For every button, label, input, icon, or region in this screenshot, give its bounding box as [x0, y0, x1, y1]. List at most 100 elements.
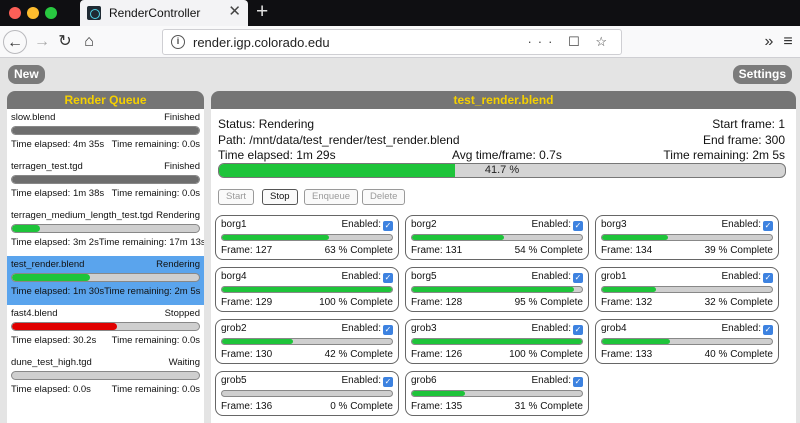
stop-button[interactable]: Stop — [262, 189, 298, 205]
node-progress-bar — [411, 390, 583, 397]
node-enabled-label: Enabled: — [341, 271, 381, 282]
queue-item[interactable]: terragen_medium_length_test.tgd Rendering… — [7, 207, 204, 256]
job-time-elapsed: Time elapsed: 1m 29s — [218, 148, 336, 162]
queue-item-remaining: Time remaining: 2m 5s — [104, 286, 201, 297]
start-button[interactable]: Start — [218, 189, 255, 205]
delete-button[interactable]: Delete — [362, 189, 406, 205]
node-card: borg5 Enabled: ✓ Frame: 128 95 % Complete — [405, 267, 589, 312]
node-enabled-checkbox[interactable]: ✓ — [573, 325, 583, 335]
url-text[interactable]: render.igp.colorado.edu — [193, 35, 330, 50]
render-queue-panel: Render Queue slow.blend Finished Time elap… — [7, 91, 204, 423]
node-complete: 100 % Complete — [509, 349, 583, 360]
node-complete: 39 % Complete — [704, 245, 773, 256]
tab-close-icon[interactable]: ✕ — [228, 4, 241, 20]
enqueue-button[interactable]: Enqueue — [304, 189, 359, 205]
info-icon[interactable]: i — [171, 35, 185, 49]
new-tab-button[interactable]: + — [256, 1, 268, 23]
node-progress-bar — [221, 338, 393, 345]
node-complete: 100 % Complete — [319, 297, 393, 308]
node-enabled-checkbox[interactable]: ✓ — [383, 325, 393, 335]
queue-item[interactable]: terragen_test.tgd Finished Time elapsed: 1… — [7, 158, 204, 207]
queue-item-progress-fill — [12, 127, 199, 134]
node-enabled-checkbox[interactable]: ✓ — [383, 377, 393, 387]
node-progress-fill — [602, 235, 669, 240]
node-frame: Frame: 128 — [411, 297, 463, 308]
menu-icon[interactable]: ≡ — [776, 30, 800, 54]
node-card: borg3 Enabled: ✓ Frame: 134 39 % Complete — [595, 215, 779, 260]
node-frame: Frame: 130 — [221, 349, 273, 360]
node-complete: 54 % Complete — [514, 245, 583, 256]
node-enabled-checkbox[interactable]: ✓ — [763, 221, 773, 231]
node-name: borg5 — [411, 271, 437, 282]
back-button[interactable]: ← — [3, 30, 27, 54]
queue-item-status: Waiting — [168, 357, 200, 368]
queue-item-remaining: Time remaining: 17m 13s — [98, 237, 204, 248]
job-detail-panel: test_render.blend Status: Rendering Path… — [211, 91, 796, 423]
node-enabled-label: Enabled: — [341, 219, 381, 230]
node-progress-fill — [412, 287, 574, 292]
queue-item-remaining: Time remaining: 0.0s — [111, 188, 200, 199]
browser-tab[interactable]: RenderController ✕ — [80, 0, 248, 26]
queue-item-remaining: Time remaining: 0.0s — [111, 384, 200, 395]
job-time-remaining: Time remaining: 2m 5s — [663, 148, 785, 162]
queue-item-progress-bar — [11, 273, 200, 282]
queue-item-progress-fill — [12, 274, 90, 281]
node-progress-fill — [222, 287, 392, 292]
queue-item-elapsed: Time elapsed: 3m 2s — [11, 237, 99, 248]
job-path: Path: /mnt/data/test_render/test_render.… — [218, 133, 460, 147]
settings-button[interactable]: Settings — [732, 65, 792, 84]
page-actions-icon[interactable]: ··· ☐ ☆ — [527, 34, 613, 50]
browser-nav-bar: ← → ↻ ⌂ i render.igp.colorado.edu ··· ☐ … — [0, 26, 800, 58]
url-bar[interactable]: i render.igp.colorado.edu ··· ☐ ☆ — [162, 29, 622, 55]
minimize-window-button[interactable] — [27, 7, 39, 19]
zoom-window-button[interactable] — [45, 7, 57, 19]
node-enabled-checkbox[interactable]: ✓ — [383, 221, 393, 231]
node-enabled-label: Enabled: — [531, 323, 571, 334]
queue-item-name: terragen_medium_length_test.tgd — [11, 210, 154, 221]
new-button[interactable]: New — [8, 65, 45, 84]
node-enabled-checkbox[interactable]: ✓ — [573, 221, 583, 231]
node-enabled-checkbox[interactable]: ✓ — [573, 377, 583, 387]
queue-item[interactable]: dune_test_high.tgd Waiting Time elapsed: 0… — [7, 354, 204, 403]
queue-item-status: Finished — [164, 112, 200, 123]
node-complete: 31 % Complete — [514, 401, 583, 412]
node-card: grob5 Enabled: ✓ Frame: 136 0 % Complete — [215, 371, 399, 416]
node-enabled-checkbox[interactable]: ✓ — [573, 273, 583, 283]
queue-item[interactable]: test_render.blend Rendering Time elapsed: … — [7, 256, 204, 305]
close-window-button[interactable] — [9, 7, 21, 19]
queue-item-name: terragen_test.tgd — [11, 161, 83, 172]
job-progress-bar: 41.7 % — [218, 163, 786, 178]
node-complete: 32 % Complete — [704, 297, 773, 308]
node-enabled-label: Enabled: — [341, 375, 381, 386]
node-frame: Frame: 127 — [221, 245, 273, 256]
node-frame: Frame: 136 — [221, 401, 273, 412]
queue-item-status: Finished — [164, 161, 200, 172]
node-enabled-checkbox[interactable]: ✓ — [763, 273, 773, 283]
node-enabled-checkbox[interactable]: ✓ — [763, 325, 773, 335]
node-complete: 63 % Complete — [324, 245, 393, 256]
node-name: grob6 — [411, 375, 437, 386]
render-node-grid: borg1 Enabled: ✓ Frame: 127 63 % Complete bor… — [215, 215, 793, 416]
node-progress-bar — [221, 390, 393, 397]
queue-item-progress-bar — [11, 175, 200, 184]
forward-button[interactable]: → — [30, 30, 54, 54]
queue-item-status: Rendering — [156, 259, 200, 270]
node-enabled-label: Enabled: — [721, 323, 761, 334]
job-start-frame: Start frame: 1 — [712, 117, 785, 131]
node-enabled-checkbox[interactable]: ✓ — [383, 273, 393, 283]
node-progress-bar — [411, 338, 583, 345]
node-progress-bar — [601, 234, 773, 241]
node-name: borg1 — [221, 219, 247, 230]
job-avg-time: Avg time/frame: 0.7s — [452, 148, 562, 162]
node-progress-bar — [601, 286, 773, 293]
queue-item-elapsed: Time elapsed: 4m 35s — [11, 139, 105, 150]
node-frame: Frame: 131 — [411, 245, 463, 256]
node-card: grob4 Enabled: ✓ Frame: 133 40 % Complete — [595, 319, 779, 364]
node-progress-fill — [412, 391, 465, 396]
queue-item[interactable]: fast4.blend Stopped Time elapsed: 30.2s Tim… — [7, 305, 204, 354]
node-name: borg3 — [601, 219, 627, 230]
home-button[interactable]: ⌂ — [77, 30, 101, 54]
node-progress-fill — [222, 339, 294, 344]
reload-button[interactable]: ↻ — [53, 30, 77, 54]
queue-item[interactable]: slow.blend Finished Time elapsed: 4m 35s Ti… — [7, 109, 204, 158]
